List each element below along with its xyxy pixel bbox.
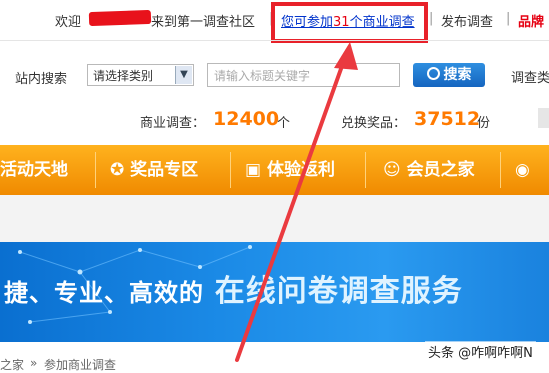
nav-divider xyxy=(365,152,366,188)
nav-item-label: 体验返利 xyxy=(266,160,335,180)
nav-divider xyxy=(95,152,96,188)
prize-count-label: 兑换奖品： xyxy=(341,116,407,131)
survey-count-unit: 个 xyxy=(277,116,291,131)
nav-item-prizes[interactable]: ✪ 奖品专区 xyxy=(110,145,198,195)
survey-count: 12400 xyxy=(213,108,280,130)
annotation-highlight-box xyxy=(271,2,428,43)
nav-item-more[interactable]: ◉ 精 xyxy=(515,145,549,230)
banner-slogan: 捷、专业、高效的 在线问卷调查服务 xyxy=(4,266,463,310)
content-strip xyxy=(0,195,549,242)
publish-survey-link[interactable]: 发布调查 xyxy=(441,11,493,30)
welcome-prefix: 欢迎 xyxy=(55,15,82,30)
welcome-suffix: 来到第一调查社区 xyxy=(151,15,256,30)
gift-box-icon: ▣ xyxy=(245,160,262,180)
category-select[interactable]: 请选择类别 ▼ xyxy=(87,64,194,86)
nav-divider xyxy=(230,152,231,188)
search-label: 站内搜索 xyxy=(15,72,68,87)
nav-divider xyxy=(500,152,501,188)
nav-item-members[interactable]: ☺ 会员之家 xyxy=(383,145,475,195)
brand-link[interactable]: 品牌 xyxy=(518,11,544,30)
category-select-value: 请选择类别 xyxy=(93,69,154,83)
search-button[interactable]: 搜索 xyxy=(413,63,485,87)
search-input[interactable]: 请输入标题关键字 xyxy=(207,63,400,87)
search-icon xyxy=(426,67,440,80)
gift-icon: ✪ xyxy=(110,160,125,180)
prize-count-unit: 份 xyxy=(477,116,491,131)
breadcrumb-home[interactable]: 之家 xyxy=(0,356,24,373)
nav-item-label: 会员之家 xyxy=(406,160,475,180)
redacted-username xyxy=(88,9,152,27)
promo-banner: 捷、专业、高效的 在线问卷调查服务 xyxy=(0,242,549,342)
nav-item-activities[interactable]: 活动天地 xyxy=(0,145,68,195)
survey-count-label: 商业调查： xyxy=(140,116,206,131)
banner-slogan-right: 在线问卷调查服务 xyxy=(214,274,463,309)
search-input-placeholder: 请输入标题关键字 xyxy=(214,69,311,83)
chevron-down-icon[interactable]: ▼ xyxy=(175,66,192,84)
member-icon: ☺ xyxy=(383,160,401,180)
breadcrumb-current: 参加商业调查 xyxy=(44,358,117,372)
cart-icon: ◉ xyxy=(515,160,530,180)
search-button-label: 搜索 xyxy=(443,67,472,83)
nav-item-rebate[interactable]: ▣ 体验返利 xyxy=(245,145,335,195)
separator: | xyxy=(506,11,511,26)
scroll-edge xyxy=(538,108,549,128)
watermark: 头条 @咋啊咋啊N xyxy=(425,341,536,362)
survey-type-label: 调查类 xyxy=(511,71,549,86)
divider xyxy=(0,40,549,41)
nav-item-label: 奖品专区 xyxy=(130,160,199,180)
breadcrumb-arrow: » xyxy=(30,356,38,370)
banner-slogan-left: 捷、专业、高效的 xyxy=(4,279,204,307)
separator: | xyxy=(429,11,434,26)
prize-count: 37512 xyxy=(414,108,481,130)
